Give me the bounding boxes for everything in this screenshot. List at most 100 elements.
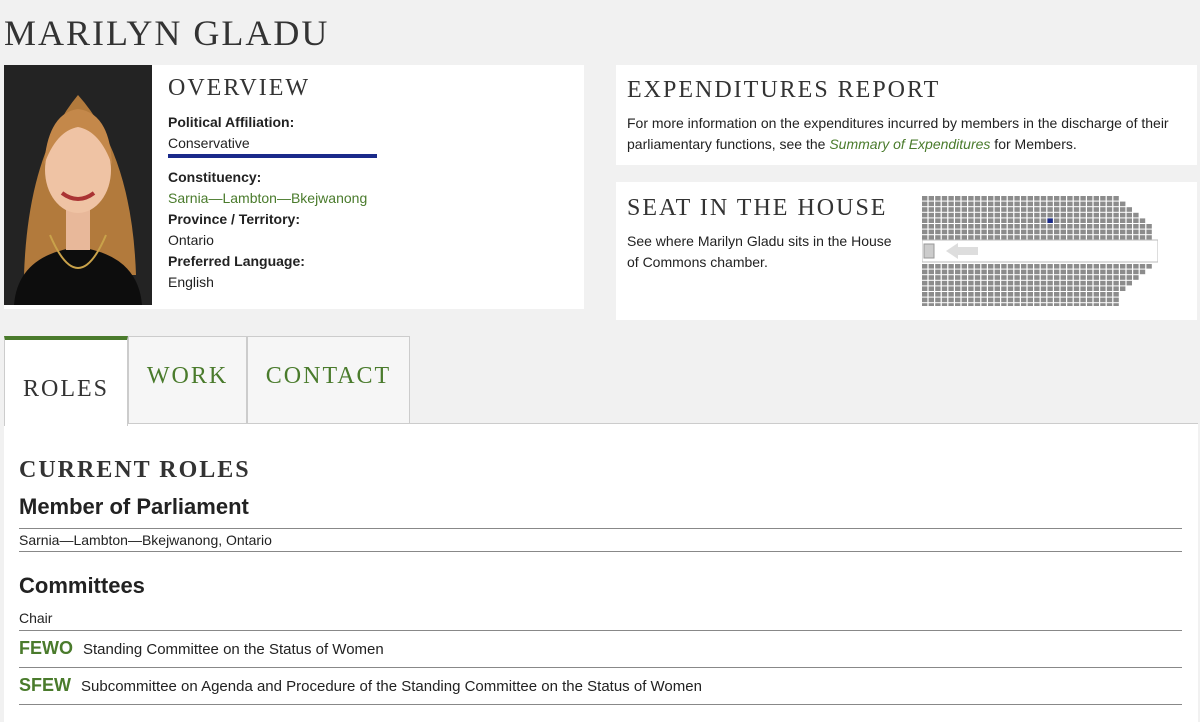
member-seat-marker (1047, 218, 1053, 223)
constituency-link[interactable]: Sarnia—Lambton—Bkejwanong (168, 190, 367, 206)
seat (941, 229, 948, 235)
speaker-chair-icon (923, 243, 935, 259)
seat (1007, 235, 1014, 240)
seat (1034, 196, 1040, 201)
seat (1040, 229, 1047, 235)
seat (981, 297, 987, 303)
seat (974, 303, 981, 306)
seat (1080, 280, 1086, 286)
seat (994, 218, 1000, 223)
seat (1087, 218, 1093, 223)
seat (941, 280, 948, 286)
seat (1034, 292, 1040, 297)
seat (955, 218, 961, 223)
seat (941, 269, 948, 275)
seat (922, 212, 928, 218)
seat (974, 297, 981, 303)
committee-name[interactable]: Subcommittee on Agenda and Procedure of … (81, 678, 702, 695)
tab-contact[interactable]: CONTACT (247, 336, 410, 424)
seat (935, 196, 941, 201)
seat (1106, 229, 1113, 235)
seat (948, 196, 954, 201)
seat (1060, 264, 1066, 269)
seat (941, 201, 948, 207)
seat (1047, 275, 1053, 280)
seat (1047, 207, 1053, 212)
seat (1054, 297, 1060, 303)
seat (1146, 235, 1152, 240)
seat (1027, 280, 1033, 286)
seat (928, 201, 934, 207)
seat (968, 212, 974, 218)
seat (1080, 235, 1086, 240)
seat (1014, 264, 1020, 269)
summary-of-expenditures-link[interactable]: Summary of Expenditures (829, 136, 990, 152)
seat (1087, 303, 1093, 306)
seat (1087, 201, 1093, 207)
seat (948, 280, 954, 286)
seat (1060, 201, 1066, 207)
seat (994, 212, 1000, 218)
seat (1060, 286, 1066, 291)
seat (1120, 280, 1126, 286)
seat (922, 280, 928, 286)
seat (948, 286, 954, 291)
committee-abbr[interactable]: SFEW (19, 675, 71, 696)
seat (1087, 207, 1093, 212)
seat (935, 303, 941, 306)
committee-abbr[interactable]: FEWO (19, 638, 73, 659)
seat (1021, 196, 1027, 201)
tab-roles[interactable]: ROLES (4, 336, 128, 426)
seat (1073, 269, 1080, 275)
seat (1014, 235, 1020, 240)
seat (1093, 201, 1099, 207)
seat (1047, 269, 1053, 275)
seat (1060, 297, 1066, 303)
seat (1021, 207, 1027, 212)
seat (968, 201, 974, 207)
seat (1139, 269, 1146, 275)
seat (988, 275, 994, 280)
seat (935, 201, 941, 207)
seat (1087, 286, 1093, 291)
seat (948, 235, 954, 240)
seat (994, 275, 1000, 280)
seat (1060, 275, 1066, 280)
seat (922, 292, 928, 297)
seat (1047, 286, 1053, 291)
roles-panel: CURRENT ROLES Member of Parliament Sarni… (4, 423, 1198, 722)
seat (1087, 275, 1093, 280)
seat (994, 264, 1000, 269)
seat (1001, 280, 1007, 286)
seat (1113, 286, 1119, 291)
seat (1021, 292, 1027, 297)
seat (1027, 235, 1033, 240)
seat (1014, 196, 1020, 201)
seat (1014, 303, 1020, 306)
seat (922, 275, 928, 280)
house-seating-map[interactable] (922, 194, 1158, 306)
seat (1120, 224, 1126, 229)
tab-work[interactable]: WORK (128, 336, 247, 424)
seat (968, 235, 974, 240)
seat (981, 303, 987, 306)
seat (1093, 196, 1099, 201)
seat (1067, 224, 1073, 229)
seat (1014, 224, 1020, 229)
committee-name[interactable]: Standing Committee on the Status of Wome… (83, 641, 384, 658)
seat (935, 280, 941, 286)
seat (948, 292, 954, 297)
seat (935, 218, 941, 223)
seat (1014, 212, 1020, 218)
seat (1014, 292, 1020, 297)
seat (1001, 269, 1007, 275)
seat (968, 297, 974, 303)
seat (1080, 303, 1086, 306)
seat (1014, 286, 1020, 291)
seat (1040, 207, 1047, 212)
seat (1106, 275, 1113, 280)
seat (1040, 224, 1047, 229)
divider (19, 551, 1182, 552)
seat (1034, 269, 1040, 275)
seat (1047, 229, 1053, 235)
